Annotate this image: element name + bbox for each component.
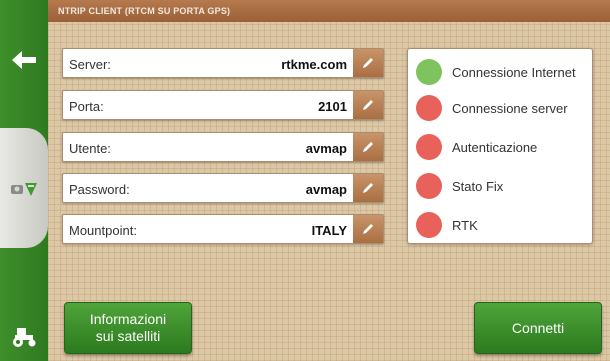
pencil-icon — [363, 100, 373, 110]
field-label: Utente: — [69, 141, 111, 156]
field-value: 2101 — [318, 99, 347, 114]
connect-button[interactable]: Connetti — [474, 302, 602, 354]
field-label: Server: — [69, 57, 111, 72]
satellite-info-label-line2: sui satelliti — [95, 328, 161, 344]
field-value: avmap — [305, 141, 347, 156]
edit-mountpoint-button[interactable] — [353, 215, 383, 243]
satellite-info-button[interactable]: Informazioni sui satelliti — [64, 302, 192, 354]
mountpoint-field[interactable]: Mountpoint: ITALY — [62, 214, 384, 244]
back-button[interactable] — [6, 44, 42, 76]
pencil-icon — [363, 224, 373, 234]
password-field[interactable]: Password: avmap — [62, 173, 384, 203]
edit-server-button[interactable] — [353, 49, 383, 77]
status-row: Connessione server — [416, 94, 568, 122]
status-row: Stato Fix — [416, 172, 503, 200]
status-label: Connessione server — [452, 100, 568, 116]
field-value: ITALY — [311, 223, 347, 238]
pencil-icon — [363, 58, 373, 68]
connect-label: Connetti — [511, 320, 565, 336]
back-arrow-icon — [12, 51, 36, 69]
edit-user-button[interactable] — [353, 133, 383, 161]
status-label: RTK — [452, 217, 478, 233]
field-label: Mountpoint: — [69, 223, 137, 238]
gps-satellite-button[interactable] — [6, 172, 42, 204]
field-value: rtkme.com — [281, 57, 347, 72]
status-row: RTK — [416, 211, 478, 239]
tractor-button[interactable] — [6, 320, 42, 352]
field-label: Password: — [69, 182, 130, 197]
pencil-icon — [363, 183, 373, 193]
gps-satellite-icon — [11, 183, 37, 196]
status-label: Autenticazione — [452, 139, 538, 155]
status-label: Connessione Internet — [452, 64, 576, 80]
status-indicator-icon — [416, 59, 442, 85]
field-label: Porta: — [69, 99, 104, 114]
pencil-icon — [363, 142, 373, 152]
server-field[interactable]: Server: rtkme.com — [62, 48, 384, 78]
edit-password-button[interactable] — [353, 174, 383, 202]
page-title: NTRIP CLIENT (RTCM SU PORTA GPS) — [48, 0, 610, 22]
status-row: Autenticazione — [416, 133, 537, 161]
status-indicator-icon — [416, 173, 442, 199]
satellite-info-label-line1: Informazioni — [89, 311, 167, 327]
status-indicator-icon — [416, 212, 442, 238]
status-label: Stato Fix — [452, 178, 504, 194]
user-field[interactable]: Utente: avmap — [62, 132, 384, 162]
field-value: avmap — [305, 182, 347, 197]
status-indicator-icon — [416, 134, 442, 160]
tractor-icon — [13, 328, 36, 347]
status-row: Connessione Internet — [416, 58, 576, 86]
status-indicator-icon — [416, 95, 442, 121]
sidebar — [0, 0, 48, 361]
connection-status-panel: Connessione Internet Connessione server … — [407, 48, 593, 244]
edit-port-button[interactable] — [353, 91, 383, 119]
port-field[interactable]: Porta: 2101 — [62, 90, 384, 120]
